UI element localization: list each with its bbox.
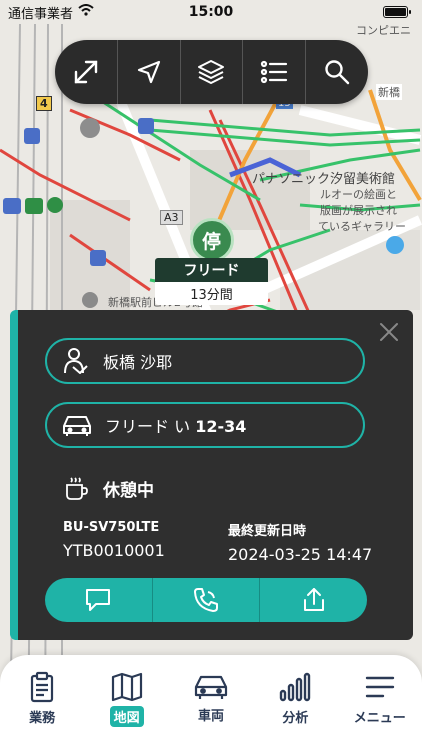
nav-tab-vehicles[interactable]: 車両 bbox=[171, 671, 251, 750]
nav-label: 車両 bbox=[197, 709, 224, 724]
device-id: YTB0010001 bbox=[63, 541, 165, 560]
vehicle-name: フリード い bbox=[105, 417, 191, 436]
coffee-icon bbox=[66, 477, 88, 500]
list-icon bbox=[261, 60, 288, 84]
map-label: コンピエニ bbox=[356, 24, 411, 37]
vehicle-marker[interactable]: 停 フリード 13分間 bbox=[155, 218, 268, 305]
menu-icon bbox=[365, 676, 394, 698]
device-info: BU-SV750LTE YTB0010001 bbox=[63, 520, 165, 560]
message-button[interactable] bbox=[45, 578, 153, 622]
nav-tab-analytics[interactable]: 分析 bbox=[255, 671, 335, 750]
updated-value: 2024-03-25 14:47 bbox=[228, 545, 373, 564]
chart-icon bbox=[280, 672, 311, 702]
map-label: 新橋 bbox=[376, 84, 402, 100]
map-label: 版画が展示され bbox=[320, 204, 397, 217]
expand-icon bbox=[74, 60, 98, 84]
map-toolbar bbox=[55, 40, 368, 104]
status-text: 休憩中 bbox=[103, 480, 154, 501]
map-label: ているギャラリー bbox=[318, 220, 406, 233]
nav-tab-map[interactable]: 地図 bbox=[87, 671, 167, 750]
marker-vehicle-name: フリード bbox=[155, 258, 268, 282]
action-bar bbox=[45, 578, 367, 622]
wifi-icon bbox=[78, 4, 94, 20]
search-button[interactable] bbox=[306, 40, 368, 104]
update-info: 最終更新日時 2024-03-25 14:47 bbox=[228, 520, 372, 564]
close-icon bbox=[380, 323, 398, 341]
map-label: ルオーの絵画と bbox=[320, 188, 397, 201]
share-button[interactable] bbox=[260, 578, 367, 622]
list-button[interactable] bbox=[243, 40, 307, 104]
bottom-nav: 業務 地図 車両 分析 メニュー bbox=[0, 655, 422, 750]
status-bar: 通信事業者 15:00 bbox=[0, 0, 422, 24]
nav-label: 地図 bbox=[109, 706, 144, 727]
updated-label: 最終更新日時 bbox=[228, 524, 307, 539]
share-icon bbox=[303, 588, 324, 611]
vehicle-plate: 12-34 bbox=[195, 417, 247, 436]
layers-icon bbox=[198, 60, 225, 84]
driver-pill[interactable]: 板橋 沙耶 bbox=[45, 338, 365, 384]
expand-button[interactable] bbox=[55, 40, 118, 104]
locate-button[interactable] bbox=[118, 40, 181, 104]
device-label: BU-SV750LTE bbox=[63, 520, 160, 535]
navigation-icon bbox=[137, 60, 160, 84]
marker-duration: 13分間 bbox=[155, 282, 268, 305]
route-sign: 4 bbox=[36, 96, 52, 111]
driver-name: 板橋 沙耶 bbox=[103, 353, 173, 372]
call-button[interactable] bbox=[153, 578, 261, 622]
nav-tab-menu[interactable]: メニュー bbox=[340, 671, 420, 750]
map-label: パナソニック汐留美術館 bbox=[252, 172, 396, 187]
vehicle-pill[interactable]: フリード い 12-34 bbox=[45, 402, 365, 448]
car-icon bbox=[63, 416, 91, 436]
stopped-badge: 停 bbox=[189, 218, 234, 262]
car-icon bbox=[194, 675, 228, 699]
phone-icon bbox=[194, 588, 218, 612]
driver-icon bbox=[64, 348, 88, 374]
map-icon bbox=[111, 672, 142, 702]
clock: 15:00 bbox=[188, 4, 234, 20]
chat-bubble-icon bbox=[86, 589, 111, 611]
nav-label: 分析 bbox=[282, 711, 309, 726]
nav-label: メニュー bbox=[353, 711, 406, 726]
close-button[interactable] bbox=[377, 320, 401, 344]
nav-label: 業務 bbox=[29, 711, 56, 726]
vehicle-info-panel: 板橋 沙耶 フリード い 12-34 休憩中 BU-SV750LTE YTB00… bbox=[10, 310, 413, 640]
nav-tab-tasks[interactable]: 業務 bbox=[2, 671, 82, 750]
carrier-label: 通信事業者 bbox=[8, 6, 74, 22]
search-icon bbox=[325, 60, 350, 85]
battery-icon bbox=[383, 6, 411, 18]
status-row: 休憩中 bbox=[63, 475, 154, 501]
layers-button[interactable] bbox=[181, 40, 244, 104]
clipboard-icon bbox=[31, 671, 54, 703]
